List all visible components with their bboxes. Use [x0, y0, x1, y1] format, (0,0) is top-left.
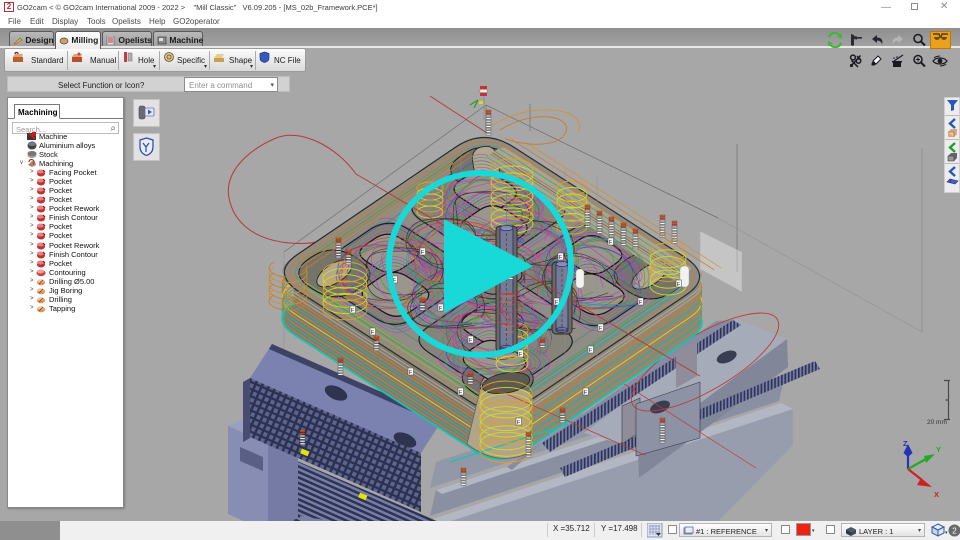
svg-text:30: 30: [516, 318, 524, 325]
svg-text:2: 2: [952, 527, 957, 536]
svg-text:30: 30: [516, 238, 524, 245]
svg-text:X: X: [934, 490, 939, 499]
svg-text:Z: Z: [903, 439, 908, 448]
svg-text:Y: Y: [936, 445, 941, 454]
